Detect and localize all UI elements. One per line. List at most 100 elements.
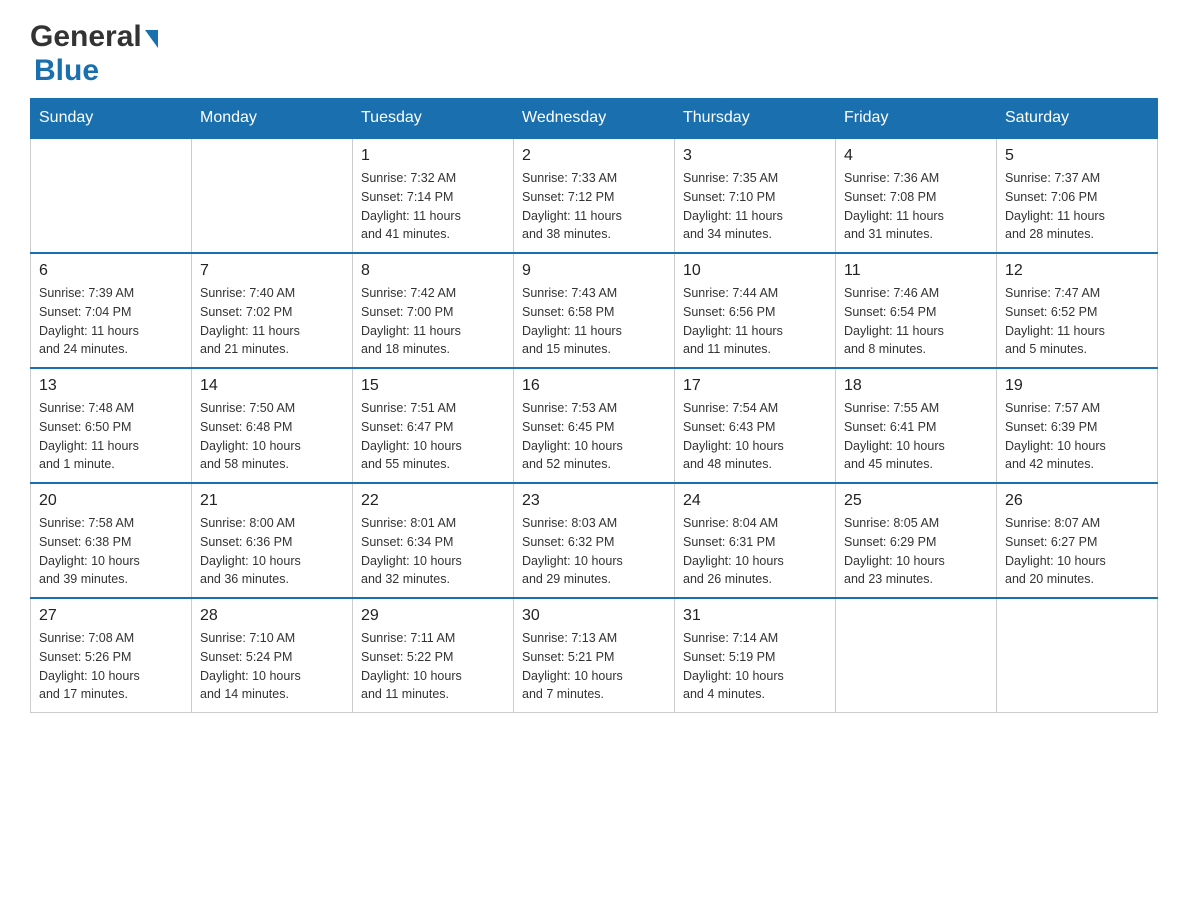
calendar-cell: 31 Sunrise: 7:14 AM Sunset: 5:19 PM Dayli… [675, 598, 836, 713]
day-info: Sunrise: 7:14 AM Sunset: 5:19 PM Dayligh… [683, 629, 827, 704]
day-info: Sunrise: 7:48 AM Sunset: 6:50 PM Dayligh… [39, 399, 183, 474]
calendar-cell: 20 Sunrise: 7:58 AM Sunset: 6:38 PM Dayli… [31, 483, 192, 598]
calendar-cell: 11Sunrise: 7:46 AM Sunset: 6:54 PM Dayli… [836, 253, 997, 368]
calendar-cell: 12 Sunrise: 7:47 AM Sunset: 6:52 PM Dayli… [997, 253, 1158, 368]
calendar-cell: 15 Sunrise: 7:51 AM Sunset: 6:47 PM Dayli… [353, 368, 514, 483]
calendar-cell: 24Sunrise: 8:04 AM Sunset: 6:31 PM Dayli… [675, 483, 836, 598]
calendar-cell: 10 Sunrise: 7:44 AM Sunset: 6:56 PM Dayli… [675, 253, 836, 368]
day-info: Sunrise: 7:10 AM Sunset: 5:24 PM Dayligh… [200, 629, 344, 704]
day-number: 14 [200, 377, 344, 395]
day-info: Sunrise: 7:58 AM Sunset: 6:38 PM Dayligh… [39, 514, 183, 589]
calendar-week-1: 1 Sunrise: 7:32 AM Sunset: 7:14 PM Daylig… [31, 138, 1158, 253]
day-number: 24 [683, 492, 827, 510]
day-number: 18 [844, 377, 988, 395]
day-number: 7 [200, 262, 344, 280]
logo-triangle-icon [145, 30, 158, 48]
day-number: 25 [844, 492, 988, 510]
day-number: 23 [522, 492, 666, 510]
day-number: 16 [522, 377, 666, 395]
calendar-cell: 25Sunrise: 8:05 AM Sunset: 6:29 PM Dayli… [836, 483, 997, 598]
day-number: 19 [1005, 377, 1149, 395]
day-header-saturday: Saturday [997, 99, 1158, 139]
calendar-cell: 30Sunrise: 7:13 AM Sunset: 5:21 PM Dayli… [514, 598, 675, 713]
day-header-tuesday: Tuesday [353, 99, 514, 139]
logo-blue: Blue [34, 54, 99, 87]
logo-general: General [30, 20, 142, 54]
day-info: Sunrise: 7:37 AM Sunset: 7:06 PM Dayligh… [1005, 169, 1149, 244]
day-info: Sunrise: 7:42 AM Sunset: 7:00 PM Dayligh… [361, 284, 505, 359]
day-number: 9 [522, 262, 666, 280]
day-number: 31 [683, 607, 827, 625]
calendar-cell: 9 Sunrise: 7:43 AM Sunset: 6:58 PM Daylig… [514, 253, 675, 368]
calendar-cell: 14 Sunrise: 7:50 AM Sunset: 6:48 PM Dayli… [192, 368, 353, 483]
calendar-cell: 23 Sunrise: 8:03 AM Sunset: 6:32 PM Dayli… [514, 483, 675, 598]
day-number: 15 [361, 377, 505, 395]
day-info: Sunrise: 7:44 AM Sunset: 6:56 PM Dayligh… [683, 284, 827, 359]
day-number: 6 [39, 262, 183, 280]
day-info: Sunrise: 7:57 AM Sunset: 6:39 PM Dayligh… [1005, 399, 1149, 474]
day-info: Sunrise: 7:53 AM Sunset: 6:45 PM Dayligh… [522, 399, 666, 474]
calendar-cell: 3 Sunrise: 7:35 AM Sunset: 7:10 PM Daylig… [675, 138, 836, 253]
day-number: 12 [1005, 262, 1149, 280]
calendar-cell: 17Sunrise: 7:54 AM Sunset: 6:43 PM Dayli… [675, 368, 836, 483]
day-number: 10 [683, 262, 827, 280]
calendar-cell [836, 598, 997, 713]
day-number: 30 [522, 607, 666, 625]
calendar-cell: 26 Sunrise: 8:07 AM Sunset: 6:27 PM Dayli… [997, 483, 1158, 598]
calendar-cell: 6 Sunrise: 7:39 AM Sunset: 7:04 PM Daylig… [31, 253, 192, 368]
day-info: Sunrise: 8:07 AM Sunset: 6:27 PM Dayligh… [1005, 514, 1149, 589]
calendar-cell: 18 Sunrise: 7:55 AM Sunset: 6:41 PM Dayli… [836, 368, 997, 483]
calendar-cell: 5 Sunrise: 7:37 AM Sunset: 7:06 PM Daylig… [997, 138, 1158, 253]
day-info: Sunrise: 7:33 AM Sunset: 7:12 PM Dayligh… [522, 169, 666, 244]
day-number: 3 [683, 147, 827, 165]
calendar-week-3: 13Sunrise: 7:48 AM Sunset: 6:50 PM Dayli… [31, 368, 1158, 483]
calendar-cell: 27Sunrise: 7:08 AM Sunset: 5:26 PM Dayli… [31, 598, 192, 713]
calendar-cell: 19 Sunrise: 7:57 AM Sunset: 6:39 PM Dayli… [997, 368, 1158, 483]
day-number: 21 [200, 492, 344, 510]
day-number: 4 [844, 147, 988, 165]
calendar-cell: 22 Sunrise: 8:01 AM Sunset: 6:34 PM Dayli… [353, 483, 514, 598]
day-info: Sunrise: 7:11 AM Sunset: 5:22 PM Dayligh… [361, 629, 505, 704]
day-info: Sunrise: 7:55 AM Sunset: 6:41 PM Dayligh… [844, 399, 988, 474]
calendar-cell: 4 Sunrise: 7:36 AM Sunset: 7:08 PM Daylig… [836, 138, 997, 253]
calendar-table: SundayMondayTuesdayWednesdayThursdayFrid… [30, 98, 1158, 713]
calendar-cell [997, 598, 1158, 713]
day-info: Sunrise: 7:51 AM Sunset: 6:47 PM Dayligh… [361, 399, 505, 474]
day-number: 28 [200, 607, 344, 625]
calendar-week-5: 27Sunrise: 7:08 AM Sunset: 5:26 PM Dayli… [31, 598, 1158, 713]
day-header-wednesday: Wednesday [514, 99, 675, 139]
day-number: 22 [361, 492, 505, 510]
calendar-cell [192, 138, 353, 253]
calendar-cell: 28 Sunrise: 7:10 AM Sunset: 5:24 PM Dayli… [192, 598, 353, 713]
calendar-week-4: 20 Sunrise: 7:58 AM Sunset: 6:38 PM Dayli… [31, 483, 1158, 598]
day-info: Sunrise: 7:43 AM Sunset: 6:58 PM Dayligh… [522, 284, 666, 359]
day-number: 8 [361, 262, 505, 280]
day-header-thursday: Thursday [675, 99, 836, 139]
calendar-cell: 21 Sunrise: 8:00 AM Sunset: 6:36 PM Dayli… [192, 483, 353, 598]
day-info: Sunrise: 7:40 AM Sunset: 7:02 PM Dayligh… [200, 284, 344, 359]
day-header-sunday: Sunday [31, 99, 192, 139]
day-info: Sunrise: 8:03 AM Sunset: 6:32 PM Dayligh… [522, 514, 666, 589]
day-number: 5 [1005, 147, 1149, 165]
calendar-cell: 1 Sunrise: 7:32 AM Sunset: 7:14 PM Daylig… [353, 138, 514, 253]
day-info: Sunrise: 8:01 AM Sunset: 6:34 PM Dayligh… [361, 514, 505, 589]
day-info: Sunrise: 8:00 AM Sunset: 6:36 PM Dayligh… [200, 514, 344, 589]
day-info: Sunrise: 7:39 AM Sunset: 7:04 PM Dayligh… [39, 284, 183, 359]
day-info: Sunrise: 7:47 AM Sunset: 6:52 PM Dayligh… [1005, 284, 1149, 359]
page-header: General Blue [30, 20, 1158, 88]
day-number: 20 [39, 492, 183, 510]
day-number: 27 [39, 607, 183, 625]
day-info: Sunrise: 7:50 AM Sunset: 6:48 PM Dayligh… [200, 399, 344, 474]
day-number: 1 [361, 147, 505, 165]
day-number: 17 [683, 377, 827, 395]
day-info: Sunrise: 7:35 AM Sunset: 7:10 PM Dayligh… [683, 169, 827, 244]
calendar-cell: 7 Sunrise: 7:40 AM Sunset: 7:02 PM Daylig… [192, 253, 353, 368]
day-number: 26 [1005, 492, 1149, 510]
calendar-cell: 29Sunrise: 7:11 AM Sunset: 5:22 PM Dayli… [353, 598, 514, 713]
day-number: 2 [522, 147, 666, 165]
day-info: Sunrise: 7:32 AM Sunset: 7:14 PM Dayligh… [361, 169, 505, 244]
calendar-cell: 16 Sunrise: 7:53 AM Sunset: 6:45 PM Dayli… [514, 368, 675, 483]
day-header-friday: Friday [836, 99, 997, 139]
calendar-cell: 8 Sunrise: 7:42 AM Sunset: 7:00 PM Daylig… [353, 253, 514, 368]
day-info: Sunrise: 7:36 AM Sunset: 7:08 PM Dayligh… [844, 169, 988, 244]
